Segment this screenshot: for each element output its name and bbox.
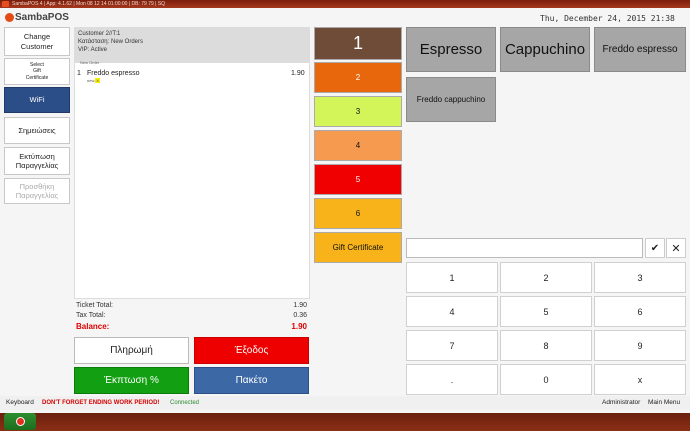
numpad-key-5[interactable]: 5 — [500, 296, 592, 327]
wifi-button[interactable]: WiFi — [4, 87, 70, 113]
category-6-button[interactable]: 6 — [314, 198, 402, 229]
discount-button[interactable]: Έκπτωση % — [74, 367, 189, 394]
numpad-key-4[interactable]: 4 — [406, 296, 498, 327]
numpad-key-8[interactable]: 8 — [500, 330, 592, 361]
payment-button[interactable]: Πληρωμή — [74, 337, 189, 364]
close-icon: ✕ — [671, 242, 681, 255]
main-menu-button[interactable]: Main Menu — [648, 399, 680, 406]
window-title: SambaPOS 4 | App: 4.1.62 | Mon 08 12 14 … — [0, 0, 690, 8]
ticket-total-value: 1.90 — [293, 302, 307, 309]
category-3-button[interactable]: 3 — [314, 96, 402, 127]
category-4-button[interactable]: 4 — [314, 130, 402, 161]
notes-button[interactable]: Σημειώσεις — [4, 117, 70, 144]
start-button[interactable] — [4, 413, 36, 430]
add-order-button[interactable]: Προσθήκη Παραγγελίας — [4, 178, 70, 204]
keyboard-button[interactable]: Keyboard — [6, 399, 34, 406]
numpad-key-0[interactable]: 0 — [500, 364, 592, 395]
order-quantity[interactable]: 1 — [77, 70, 81, 77]
exit-button[interactable]: Έξοδος — [194, 337, 309, 364]
confirm-button[interactable]: ✔ — [645, 238, 665, 258]
gift-certificate-category-button[interactable]: Gift Certificate — [314, 232, 402, 263]
package-button[interactable]: Πακέτο — [194, 367, 309, 394]
clear-input-button[interactable]: ✕ — [666, 238, 686, 258]
new-order-label: New Order — [80, 60, 100, 65]
product-espresso-button[interactable]: Espresso — [406, 27, 496, 72]
category-2-button[interactable]: 2 — [314, 62, 402, 93]
sambapos-logo-icon — [5, 13, 14, 22]
order-item-price[interactable]: 1.90 — [291, 70, 305, 77]
order-tag-highlight: Х — [95, 78, 100, 83]
print-order-button[interactable]: Εκτύπωση Παραγγελίας — [4, 147, 70, 175]
select-gift-certificate-button[interactable]: Select Gift Certificate — [4, 58, 70, 85]
order-item-name[interactable]: Freddo espresso — [87, 70, 140, 77]
numpad-key-2[interactable]: 2 — [500, 262, 592, 293]
category-5-button[interactable]: 5 — [314, 164, 402, 195]
numpad-key-6[interactable]: 6 — [594, 296, 686, 327]
numpad-key-7[interactable]: 7 — [406, 330, 498, 361]
balance-label: Balance: — [76, 322, 110, 331]
product-freddo-cappuchino-button[interactable]: Freddo cappuchino — [406, 77, 496, 122]
tax-total-value: 0.36 — [293, 312, 307, 319]
ticket-total-label: Ticket Total: — [76, 302, 113, 309]
work-period-warning: DON'T FORGET ENDING WORK PERIOD! — [42, 400, 160, 406]
balance-value: 1.90 — [291, 322, 307, 331]
ticket-orders-list[interactable] — [74, 62, 310, 299]
numpad-key-9[interactable]: 9 — [594, 330, 686, 361]
numpad-key-1[interactable]: 1 — [406, 262, 498, 293]
ticket-header: Customer 2//T:1 Κατάσταση: New Orders VI… — [74, 27, 310, 62]
app-icon — [2, 1, 9, 7]
datetime-display: Thu, December 24, 2015 21:38 — [540, 14, 675, 23]
customer-name: Customer 2//T:1 — [78, 31, 121, 37]
product-cappuchino-button[interactable]: Cappuchino — [500, 27, 590, 72]
vip-status: VIP: Active — [78, 47, 108, 53]
check-icon: ✔ — [650, 242, 660, 254]
numpad-key-multiply[interactable]: x — [594, 364, 686, 395]
numpad-input[interactable] — [406, 238, 643, 258]
start-logo-icon — [15, 417, 25, 426]
product-freddo-espresso-button[interactable]: Freddo espresso — [594, 27, 686, 72]
change-customer-button[interactable]: Change Customer — [4, 27, 70, 56]
order-item-tags: new,Х — [87, 78, 100, 83]
current-user[interactable]: Administrator — [602, 399, 640, 406]
os-taskbar — [0, 413, 690, 431]
numpad-key-decimal[interactable]: . — [406, 364, 498, 395]
category-1-button[interactable]: 1 — [314, 27, 402, 60]
ticket-status: Κατάσταση: New Orders — [78, 39, 143, 45]
order-tag-prefix: new, — [87, 78, 96, 83]
connection-status: Connected — [170, 400, 200, 406]
numpad-key-3[interactable]: 3 — [594, 262, 686, 293]
tax-total-label: Tax Total: — [76, 312, 106, 319]
brand-name: SambaPOS — [15, 12, 69, 23]
